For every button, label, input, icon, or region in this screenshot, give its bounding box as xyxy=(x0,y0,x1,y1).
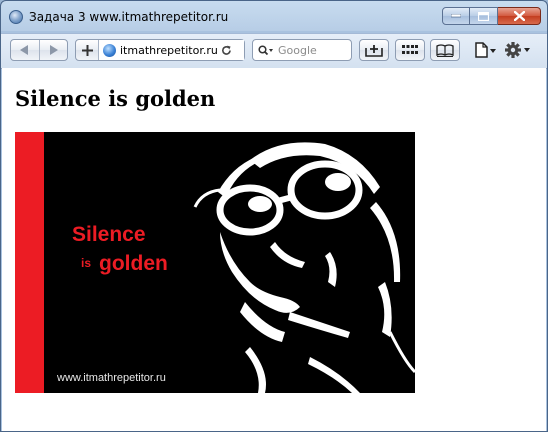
forward-arrow-icon xyxy=(49,45,58,55)
close-icon xyxy=(513,11,525,21)
poster-site-caption: www.itmathrepetitor.ru xyxy=(57,372,166,384)
title-bar: Задача 3 www.itmathrepetitor.ru xyxy=(1,1,547,33)
poster-word-silence: Silence xyxy=(72,223,146,246)
window-title: Задача 3 www.itmathrepetitor.ru xyxy=(29,10,229,24)
page-content: Silence is golden Silence is golden www.… xyxy=(2,68,546,431)
forward-button[interactable] xyxy=(38,40,68,60)
page-menu-button[interactable] xyxy=(475,39,497,61)
gear-icon xyxy=(505,42,530,58)
add-to-top-sites-button[interactable] xyxy=(359,39,389,61)
book-icon xyxy=(436,43,454,57)
minimize-icon xyxy=(451,14,461,18)
poster-red-stripe xyxy=(15,132,44,393)
close-button[interactable] xyxy=(498,7,541,25)
address-bar: itmathrepetitor.ru xyxy=(75,39,245,61)
navigation-toolbar: itmathrepetitor.ru Google xyxy=(1,33,547,69)
reload-icon xyxy=(222,45,232,55)
add-bookmark-icon xyxy=(365,45,383,57)
browser-globe-icon xyxy=(9,10,23,24)
minimize-button[interactable] xyxy=(442,7,470,25)
add-bookmark-button[interactable] xyxy=(76,40,99,60)
top-sites-button[interactable] xyxy=(395,39,425,61)
poster-word-is: is xyxy=(81,256,92,270)
face-silhouette-illustration xyxy=(193,142,415,393)
browser-window: Задача 3 www.itmathrepetitor.ru itmathre… xyxy=(0,0,548,432)
search-field[interactable]: Google xyxy=(252,39,352,61)
poster-image: Silence is golden www.itmathrepetitor.ru xyxy=(15,132,415,393)
search-placeholder: Google xyxy=(278,43,317,57)
bookmarks-button[interactable] xyxy=(430,39,460,61)
url-text: itmathrepetitor.ru xyxy=(120,43,218,57)
maximize-button[interactable] xyxy=(470,7,498,25)
plus-icon xyxy=(81,44,93,56)
search-icon xyxy=(258,44,274,56)
url-field[interactable]: itmathrepetitor.ru xyxy=(99,40,244,60)
reload-button[interactable] xyxy=(218,45,236,56)
caption-buttons xyxy=(442,7,541,27)
back-forward-group xyxy=(10,39,68,61)
grid-icon xyxy=(402,45,418,54)
page-menu-icon xyxy=(475,42,496,58)
poster-word-golden: golden xyxy=(99,252,168,275)
maximize-icon xyxy=(478,11,489,21)
site-globe-icon xyxy=(103,43,116,57)
settings-menu-button[interactable] xyxy=(504,39,532,61)
page-heading: Silence is golden xyxy=(15,86,216,111)
back-arrow-icon xyxy=(20,45,29,55)
back-button[interactable] xyxy=(11,40,39,60)
